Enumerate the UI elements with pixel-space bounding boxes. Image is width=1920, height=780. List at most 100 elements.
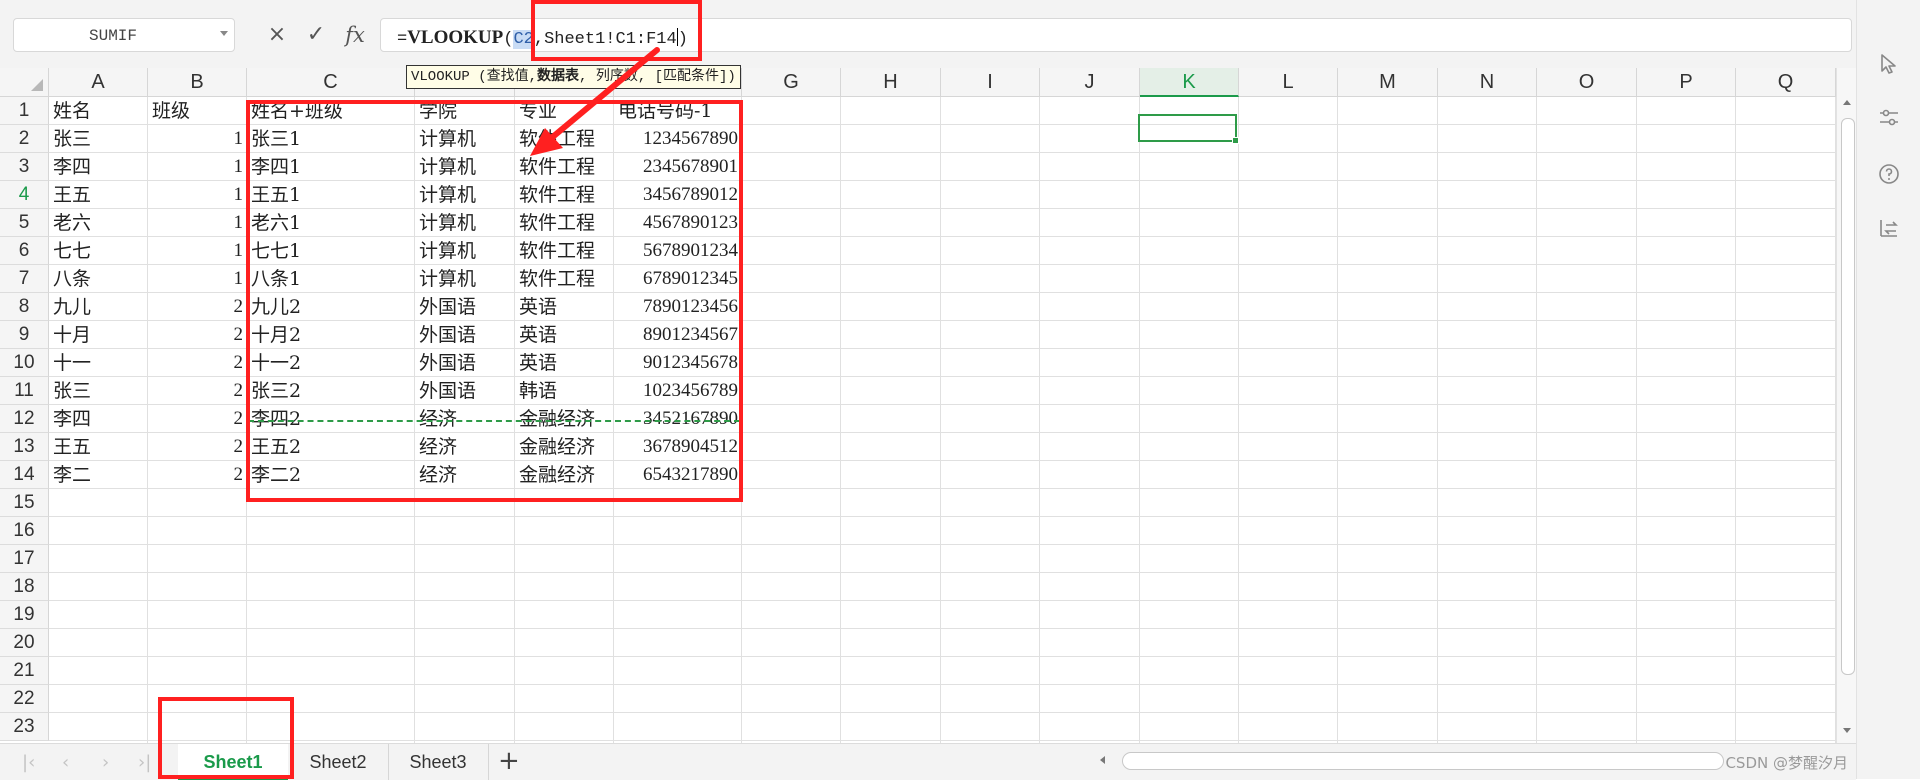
cell-b14[interactable]: 2 (148, 461, 244, 489)
row-header-3[interactable]: 3 (0, 153, 49, 181)
row-header-15[interactable]: 15 (0, 489, 49, 517)
cell-a11[interactable]: 张三 (53, 377, 146, 405)
cell-b3[interactable]: 1 (148, 153, 244, 181)
cell-a8[interactable]: 九儿 (53, 293, 146, 321)
column-header-h[interactable]: H (841, 68, 941, 97)
cell-b12[interactable]: 2 (148, 405, 244, 433)
row-header-12[interactable]: 12 (0, 405, 49, 433)
cell-b8[interactable]: 2 (148, 293, 244, 321)
row-gridline (49, 628, 1836, 629)
row-header-10[interactable]: 10 (0, 349, 49, 377)
cell-a5[interactable]: 老六 (53, 209, 146, 237)
cell-a7[interactable]: 八条 (53, 265, 146, 293)
cell-b10[interactable]: 2 (148, 349, 244, 377)
cell-b4[interactable]: 1 (148, 181, 244, 209)
cell-b1[interactable]: 班级 (152, 97, 245, 125)
row-header-7[interactable]: 7 (0, 265, 49, 293)
select-all-corner[interactable] (0, 68, 49, 97)
cell-a12[interactable]: 李四 (53, 405, 146, 433)
horizontal-scrollbar[interactable] (1100, 750, 1740, 772)
cell-b5[interactable]: 1 (148, 209, 244, 237)
cell-b13[interactable]: 2 (148, 433, 244, 461)
column-header-a[interactable]: A (49, 68, 148, 97)
add-sheet-button[interactable]: + (498, 746, 520, 776)
cell-a9[interactable]: 十月 (53, 321, 146, 349)
cell-a2[interactable]: 张三 (53, 125, 146, 153)
swap-icon[interactable] (1877, 216, 1901, 240)
select-all-icon (31, 79, 43, 91)
horizontal-scroll-thumb[interactable] (1122, 752, 1724, 770)
column-header-n[interactable]: N (1438, 68, 1537, 97)
tab-sheet2[interactable]: Sheet2 (288, 744, 389, 780)
column-header-j[interactable]: J (1040, 68, 1140, 97)
cell-b2[interactable]: 1 (148, 125, 244, 153)
row-header-5[interactable]: 5 (0, 209, 49, 237)
insert-function-icon[interactable]: fx (340, 20, 370, 50)
watermark: CSDN @梦醒汐月 (1725, 754, 1848, 772)
next-sheet-icon[interactable]: › (102, 752, 109, 773)
row-header-13[interactable]: 13 (0, 433, 49, 461)
row-header-22[interactable]: 22 (0, 685, 49, 713)
column-header-g[interactable]: G (742, 68, 841, 97)
column-header-p[interactable]: P (1637, 68, 1736, 97)
row-header-8[interactable]: 8 (0, 293, 49, 321)
chevron-down-icon[interactable] (220, 31, 228, 36)
cell-a13[interactable]: 王五 (53, 433, 146, 461)
cell-a3[interactable]: 李四 (53, 153, 146, 181)
row-header-18[interactable]: 18 (0, 573, 49, 601)
cell-a14[interactable]: 李二 (53, 461, 146, 489)
cell-a4[interactable]: 王五 (53, 181, 146, 209)
fill-handle[interactable] (1232, 137, 1239, 144)
settings-sliders-icon[interactable] (1877, 106, 1901, 130)
row-header-2[interactable]: 2 (0, 125, 49, 153)
cell-b11[interactable]: 2 (148, 377, 244, 405)
column-header-q[interactable]: Q (1736, 68, 1836, 97)
first-sheet-icon[interactable]: |‹ (22, 752, 35, 773)
cell-a10[interactable]: 十一 (53, 349, 146, 377)
tab-sheet3[interactable]: Sheet3 (388, 744, 489, 780)
cell-b9[interactable]: 2 (148, 321, 244, 349)
row-header-17[interactable]: 17 (0, 545, 49, 573)
row-header-21[interactable]: 21 (0, 657, 49, 685)
row-header-4[interactable]: 4 (0, 181, 49, 209)
row-header-9[interactable]: 9 (0, 321, 49, 349)
row-header-16[interactable]: 16 (0, 517, 49, 545)
row-header-6[interactable]: 6 (0, 237, 49, 265)
cell-a1[interactable]: 姓名 (53, 97, 146, 125)
vertical-scrollbar[interactable] (1836, 68, 1857, 743)
scroll-left-icon[interactable] (1100, 756, 1105, 764)
column-header-c[interactable]: C (247, 68, 415, 97)
row-header-23[interactable]: 23 (0, 713, 49, 741)
scroll-up-icon[interactable] (1843, 100, 1851, 105)
cursor-select-icon[interactable] (1877, 52, 1901, 76)
column-gridline (1735, 97, 1736, 743)
row-header-19[interactable]: 19 (0, 601, 49, 629)
row-header-14[interactable]: 14 (0, 461, 49, 489)
column-gridline (1337, 97, 1338, 743)
last-sheet-icon[interactable]: ›| (138, 752, 151, 773)
column-header-m[interactable]: M (1338, 68, 1438, 97)
row-header-20[interactable]: 20 (0, 629, 49, 657)
tooltip-current-arg: 数据表 (537, 68, 580, 84)
column-header-o[interactable]: O (1537, 68, 1637, 97)
row-header-11[interactable]: 11 (0, 377, 49, 405)
column-header-i[interactable]: I (941, 68, 1040, 97)
help-icon[interactable] (1877, 162, 1901, 186)
cell-b7[interactable]: 1 (148, 265, 244, 293)
column-header-b[interactable]: B (148, 68, 247, 97)
column-header-l[interactable]: L (1239, 68, 1338, 97)
prev-sheet-icon[interactable]: ‹ (62, 752, 69, 773)
cell-b6[interactable]: 1 (148, 237, 244, 265)
name-box[interactable]: SUMIF (13, 18, 235, 52)
name-box-value: SUMIF (88, 27, 137, 45)
cancel-icon[interactable]: × (266, 20, 288, 50)
check-icon[interactable]: ✓ (305, 20, 327, 50)
vertical-scroll-thumb[interactable] (1841, 118, 1855, 675)
row-gridline (49, 712, 1836, 713)
annotation-range-box (246, 100, 743, 502)
cell-a6[interactable]: 七七 (53, 237, 146, 265)
active-cell-selection (1138, 114, 1239, 144)
row-header-1[interactable]: 1 (0, 97, 49, 125)
scroll-down-icon[interactable] (1843, 728, 1851, 733)
column-header-k[interactable]: K (1140, 68, 1239, 97)
